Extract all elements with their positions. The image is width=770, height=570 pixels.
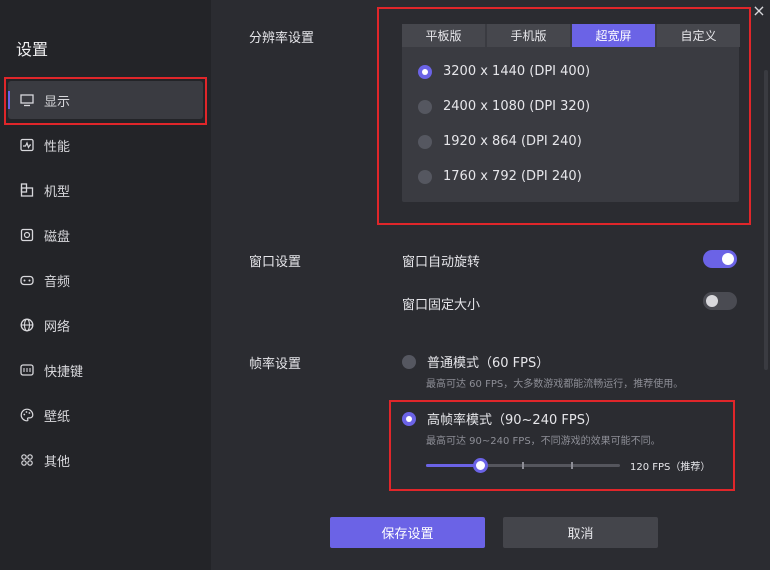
disk-icon	[20, 228, 34, 242]
slider-tick	[571, 462, 573, 469]
radio-button[interactable]	[402, 411, 416, 426]
radio-button[interactable]	[418, 169, 432, 184]
high-fps-mode-desc: 最高可达 90~240 FPS，不同游戏的效果可能不同。	[426, 436, 661, 447]
sidebar-item-label: 性能	[44, 139, 71, 155]
sidebar-item-label: 快捷键	[44, 364, 84, 380]
sidebar-item-label: 机型	[44, 184, 71, 200]
resolution-option-label: 1920 x 864 (DPI 240)	[443, 134, 582, 149]
sidebar-item-shortcuts[interactable]: 快捷键	[8, 351, 203, 389]
framerate-section-label: 帧率设置	[249, 357, 302, 372]
keyboard-icon	[20, 363, 34, 377]
sidebar-item-label: 网络	[44, 319, 71, 335]
radio-button[interactable]	[402, 354, 416, 369]
sidebar-item-device[interactable]: 机型	[8, 171, 203, 209]
settings-sidebar: 设置 显示 性能 机型 磁盘 音频 网络 快捷键 壁纸 其他	[0, 0, 211, 570]
normal-mode-desc: 最高可达 60 FPS，大多数游戏都能流畅运行，推荐使用。	[426, 379, 684, 390]
slider-value-label: 120 FPS（推荐）	[630, 462, 711, 473]
fixed-size-toggle[interactable]	[703, 292, 737, 310]
sidebar-item-label: 音频	[44, 274, 71, 290]
device-icon	[20, 183, 34, 197]
active-indicator	[8, 91, 10, 109]
high-fps-mode-option[interactable]: 高帧率模式（90~240 FPS）	[402, 409, 598, 428]
sidebar-title: 设置	[16, 40, 49, 59]
slider-handle[interactable]	[473, 458, 488, 473]
sidebar-item-performance[interactable]: 性能	[8, 126, 203, 164]
grid-icon	[20, 453, 34, 467]
toggle-knob	[722, 253, 734, 265]
auto-rotate-toggle[interactable]	[703, 250, 737, 268]
close-icon[interactable]: ×	[751, 3, 767, 19]
fps-slider[interactable]	[426, 458, 620, 473]
sidebar-item-label: 其他	[44, 454, 71, 470]
tab-ultrawide[interactable]: 超宽屏	[572, 24, 655, 47]
radio-button[interactable]	[418, 99, 432, 114]
tab-custom[interactable]: 自定义	[657, 24, 740, 47]
resolution-section-label: 分辨率设置	[249, 31, 315, 46]
resolution-option-label: 2400 x 1080 (DPI 320)	[443, 99, 591, 114]
resolution-tabs: 平板版 手机版 超宽屏 自定义	[402, 24, 742, 47]
monitor-icon	[20, 93, 34, 107]
sidebar-item-wallpaper[interactable]: 壁纸	[8, 396, 203, 434]
sidebar-item-audio[interactable]: 音频	[8, 261, 203, 299]
cancel-button[interactable]: 取消	[503, 517, 658, 548]
sidebar-item-other[interactable]: 其他	[8, 441, 203, 479]
window-section-label: 窗口设置	[249, 255, 302, 270]
audio-icon	[20, 273, 34, 287]
performance-icon	[20, 138, 34, 152]
auto-rotate-label: 窗口自动旋转	[402, 255, 481, 270]
sidebar-item-display[interactable]: 显示	[8, 81, 203, 119]
scrollbar[interactable]	[764, 70, 768, 370]
globe-icon	[20, 318, 34, 332]
normal-mode-title: 普通模式（60 FPS）	[427, 356, 550, 371]
slider-fill	[426, 464, 480, 467]
high-fps-mode-title: 高帧率模式（90~240 FPS）	[427, 413, 598, 428]
normal-mode-option[interactable]: 普通模式（60 FPS）	[402, 352, 549, 371]
sidebar-item-label: 磁盘	[44, 229, 71, 245]
fixed-size-label: 窗口固定大小	[402, 298, 481, 313]
toggle-knob	[706, 295, 718, 307]
radio-button[interactable]	[418, 134, 432, 149]
tab-tablet[interactable]: 平板版	[402, 24, 485, 47]
resolution-option[interactable]: 1760 x 792 (DPI 240)	[418, 169, 582, 184]
sidebar-item-label: 显示	[44, 94, 71, 110]
resolution-option[interactable]: 3200 x 1440 (DPI 400)	[418, 64, 590, 79]
sidebar-item-disk[interactable]: 磁盘	[8, 216, 203, 254]
resolution-option-label: 3200 x 1440 (DPI 400)	[443, 64, 591, 79]
resolution-option[interactable]: 2400 x 1080 (DPI 320)	[418, 99, 590, 114]
sidebar-item-label: 壁纸	[44, 409, 71, 425]
radio-button[interactable]	[418, 64, 432, 79]
resolution-option-label: 1760 x 792 (DPI 240)	[443, 169, 582, 184]
slider-tick	[522, 462, 524, 469]
resolution-option[interactable]: 1920 x 864 (DPI 240)	[418, 134, 582, 149]
sidebar-item-network[interactable]: 网络	[8, 306, 203, 344]
tab-phone[interactable]: 手机版	[487, 24, 570, 47]
palette-icon	[20, 408, 34, 422]
save-button[interactable]: 保存设置	[330, 517, 485, 548]
